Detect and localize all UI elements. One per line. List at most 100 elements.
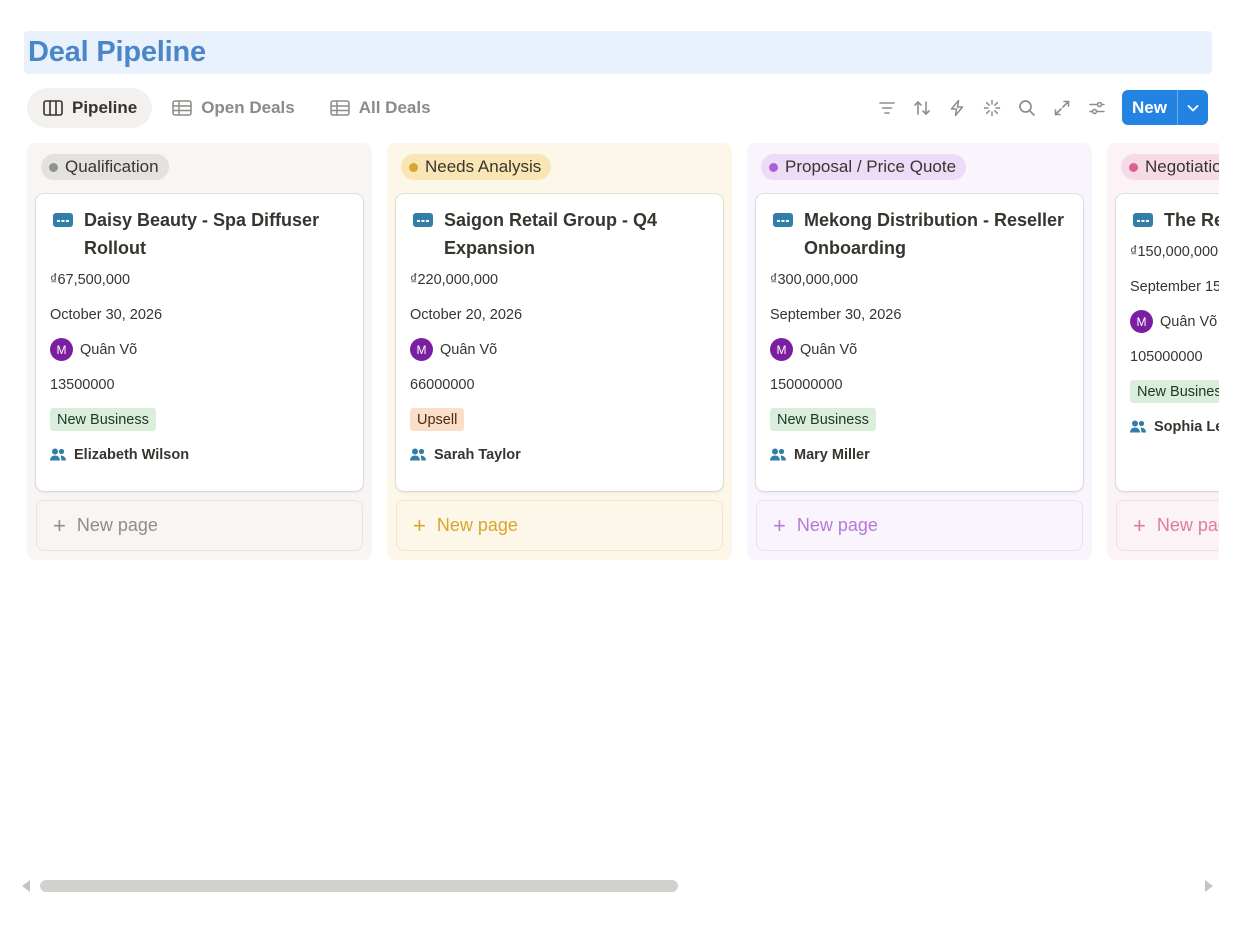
scroll-left-arrow[interactable] [22,880,30,892]
expected-revenue: 66000000 [410,376,475,393]
settings-icon[interactable] [1079,90,1114,125]
status-label: Proposal / Price Quote [785,157,957,176]
close-date: October 30, 2026 [50,306,163,323]
column-header: Needs Analysis [401,154,723,180]
status-dot [769,162,778,172]
avatar: M [1130,310,1153,333]
deal-title[interactable]: Mekong Distribution - Reseller Onboardin… [770,206,1069,262]
column-header: Proposal / Price Quote [761,154,1083,180]
new-page-label: New page [796,515,878,535]
contacts-icon [410,448,426,461]
deal-type: New Business [50,402,349,437]
deal-title-text: Daisy Beauty - Spa Diffuser Rollout [84,210,320,258]
board-viewport[interactable]: Qualification Daisy Beauty - Spa Diffuse… [27,143,1219,563]
deal-contact: Elizabeth Wilson [50,437,349,472]
contacts-icon [50,448,66,461]
contact-name: Elizabeth Wilson [74,446,190,463]
status-dot [49,162,58,172]
close-date: September 30, 2026 [770,306,902,323]
page-title[interactable]: Deal Pipeline [28,36,206,69]
contact-name: Mary Miller [794,446,870,463]
status-badge[interactable]: Needs Analysis [401,154,552,180]
page-title-bar[interactable]: Deal Pipeline [24,31,1212,74]
avatar: M [410,338,433,361]
expected-revenue: 150000000 [770,376,843,393]
plus-icon: + [773,512,786,538]
deal-owner: M Quân Võ [410,332,709,367]
board-icon [43,100,63,116]
deal-page-icon [773,213,793,227]
deal-owner: M Quân Võ [1130,304,1219,339]
owner-name: Quân Võ [1160,313,1218,330]
expand-icon[interactable] [1044,90,1079,125]
contact-name: Sarah Taylor [434,446,521,463]
deal-type-tag: New Business [50,408,156,431]
filter-icon[interactable] [869,90,904,125]
board-column: Needs Analysis Saigon Retail Group - Q4 … [387,143,732,560]
status-dot [1129,162,1138,172]
sort-icon[interactable] [904,90,939,125]
deal-title[interactable]: Daisy Beauty - Spa Diffuser Rollout [50,206,349,262]
deal-title[interactable]: Saigon Retail Group - Q4 Expansion [410,206,709,262]
horizontal-scrollbar[interactable] [40,880,1200,892]
status-label: Negotiation [1145,157,1219,176]
deal-title-text: Mekong Distribution - Reseller Onboardin… [804,210,1065,258]
contacts-icon [770,448,786,461]
column-header: Qualification [41,154,363,180]
new-page-button[interactable]: + New page [36,500,363,551]
board-column: Negotiation The Resort - Supply ₫150,000… [1107,143,1219,560]
close-date: October 20, 2026 [410,306,523,323]
status-dot [409,162,418,172]
chevron-down-icon[interactable] [1178,90,1208,125]
new-page-label: New page [76,515,158,535]
view-toolbar: New [869,90,1208,125]
tab-label: Open Deals [201,98,295,117]
deal-card[interactable]: The Resort - Supply ₫150,000,000 Septemb… [1116,194,1219,491]
view-tabs: Pipeline Open Deals All Deals [27,88,446,128]
new-button-label[interactable]: New [1122,90,1178,125]
deal-owner: M Quân Võ [50,332,349,367]
deal-type: New Business [770,402,1069,437]
deal-card[interactable]: Saigon Retail Group - Q4 Expansion ₫220,… [396,194,723,491]
avatar: M [50,338,73,361]
new-page-button[interactable]: + New page [756,500,1083,551]
deal-amount: ₫220,000,000 [410,271,499,288]
contacts-icon [1130,420,1146,433]
scroll-right-arrow[interactable] [1205,880,1213,892]
deal-owner: M Quân Võ [770,332,1069,367]
deal-title-text: Saigon Retail Group - Q4 Expansion [444,210,658,258]
ai-sparkle-icon[interactable] [974,90,1009,125]
status-badge[interactable]: Negotiation [1121,154,1219,180]
deal-card[interactable]: Daisy Beauty - Spa Diffuser Rollout ₫67,… [36,194,363,491]
search-icon[interactable] [1009,90,1044,125]
contact-name: Sophia Le [1154,418,1219,435]
status-badge[interactable]: Qualification [41,154,169,180]
new-page-label: New page [1156,515,1219,535]
new-page-label: New page [436,515,518,535]
tab-open-deals[interactable]: Open Deals [156,88,310,128]
table-icon [329,100,350,116]
deal-page-icon [1133,213,1153,227]
deal-amount: ₫150,000,000 [1130,243,1219,260]
tab-all-deals[interactable]: All Deals [314,88,446,128]
deal-title[interactable]: The Resort - Supply [1130,206,1219,234]
plus-icon: + [53,512,66,538]
new-page-button[interactable]: + New page [396,500,723,551]
deal-type-tag: New Business [770,408,876,431]
status-badge[interactable]: Proposal / Price Quote [761,154,967,180]
scrollbar-thumb[interactable] [40,880,678,892]
new-button[interactable]: New [1122,90,1208,125]
deal-card[interactable]: Mekong Distribution - Reseller Onboardin… [756,194,1083,491]
table-icon [172,100,192,116]
new-page-button[interactable]: + New page [1116,500,1219,551]
avatar: M [770,338,793,361]
automation-icon[interactable] [939,90,974,125]
owner-name: Quân Võ [440,341,498,358]
deal-contact: Mary Miller [770,437,1069,472]
deal-type: New Business [1130,374,1219,409]
column-header: Negotiation [1121,154,1219,180]
expected-revenue: 105000000 [1130,348,1203,365]
tab-label: All Deals [358,98,431,117]
deal-amount: ₫67,500,000 [50,271,131,288]
tab-pipeline[interactable]: Pipeline [27,88,153,128]
